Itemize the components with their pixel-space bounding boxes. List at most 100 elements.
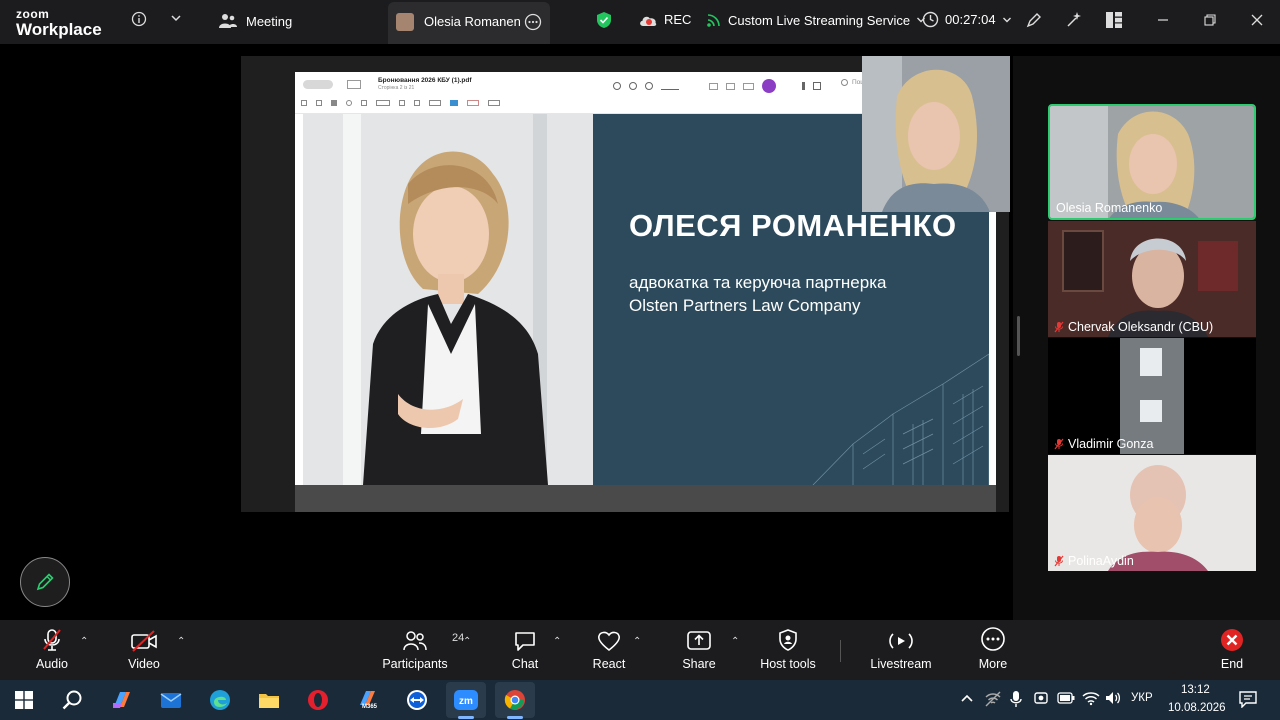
streaming-label: Custom Live Streaming Service	[728, 12, 911, 28]
account-icon[interactable]	[762, 79, 776, 93]
recording-indicator[interactable]: REC	[638, 12, 691, 27]
info-icon[interactable]	[130, 10, 148, 28]
building-illustration	[812, 353, 989, 485]
annotate-icon[interactable]	[1025, 11, 1043, 29]
network-off-icon[interactable]	[984, 690, 1002, 708]
start-button[interactable]	[4, 682, 44, 718]
video-button[interactable]: Video	[122, 620, 166, 680]
volume-icon[interactable]	[1104, 690, 1122, 706]
outlook-app[interactable]	[151, 682, 191, 718]
audio-options-caret[interactable]: ⌃	[80, 636, 88, 647]
microphone-icon[interactable]	[1010, 690, 1022, 708]
share-options-caret[interactable]: ⌃	[731, 636, 739, 647]
end-call-icon	[1221, 629, 1243, 651]
edge-app[interactable]	[200, 682, 240, 718]
video-tile-vladimir[interactable]: Vladimir Gonza	[1048, 338, 1256, 454]
minimize-icon[interactable]	[1156, 13, 1170, 27]
text-tool-icon[interactable]	[301, 100, 307, 106]
rotate-icon[interactable]	[726, 82, 735, 90]
end-meeting-button[interactable]: End	[1210, 620, 1254, 680]
restore-icon[interactable]	[1203, 13, 1217, 27]
close-icon[interactable]	[1250, 13, 1264, 27]
share-button[interactable]: Share	[677, 620, 721, 680]
battery-icon[interactable]	[1057, 692, 1075, 704]
more-button[interactable]: More	[971, 620, 1015, 680]
tray-overflow-icon[interactable]	[960, 692, 974, 704]
sign-tool-icon[interactable]	[361, 100, 367, 106]
rec-label: REC	[664, 12, 692, 27]
notifications-icon[interactable]	[1238, 690, 1258, 708]
react-button[interactable]: React	[587, 620, 631, 680]
active-tab-label: Olesia Romanenk	[424, 14, 520, 29]
livestream-status[interactable]: Custom Live Streaming Service	[706, 12, 926, 28]
search-icon[interactable]	[613, 82, 621, 90]
lines-tool-icon[interactable]	[429, 100, 441, 106]
sidebar-toggle-button[interactable]	[303, 80, 333, 89]
clock-date[interactable]: 10.08.2026	[1168, 702, 1226, 714]
note-tool-icon[interactable]	[399, 100, 405, 106]
end-label: End	[1220, 657, 1244, 671]
m365-app[interactable]: M365	[348, 682, 388, 718]
meeting-tab[interactable]: Meeting	[218, 12, 292, 30]
chat-options-caret[interactable]: ⌃	[553, 636, 561, 647]
panel-resize-handle[interactable]	[1017, 316, 1020, 356]
info-icon[interactable]	[802, 82, 805, 90]
teamviewer-app[interactable]	[397, 682, 437, 718]
annotation-pen-button[interactable]	[20, 557, 70, 607]
search-icon	[62, 690, 82, 710]
zoom-in-icon[interactable]	[645, 82, 653, 90]
fill-tool-icon[interactable]	[331, 100, 337, 106]
pen-tool-icon[interactable]	[661, 82, 679, 90]
video-tile-olesia[interactable]: Olesia Romanenko	[1048, 104, 1256, 220]
ai-companion-icon[interactable]	[1065, 11, 1083, 29]
search-button[interactable]	[52, 682, 92, 718]
active-tab[interactable]: Olesia Romanenk	[388, 2, 550, 44]
border-tool-icon[interactable]	[467, 100, 479, 106]
shape-tool-icon[interactable]	[346, 100, 352, 106]
zoom-app[interactable]: zm	[446, 682, 486, 718]
video-options-caret[interactable]: ⌃	[177, 636, 185, 647]
livestream-button[interactable]: Livestream	[869, 620, 933, 680]
react-options-caret[interactable]: ⌃	[633, 636, 641, 647]
color-tool-icon[interactable]	[450, 100, 458, 106]
copilot-app[interactable]	[102, 682, 142, 718]
wifi-icon[interactable]	[1082, 690, 1100, 706]
host-tools-button[interactable]: Host tools	[756, 620, 820, 680]
chevron-down-icon[interactable]	[168, 10, 184, 26]
video-tile-chervak[interactable]: Chervak Oleksandr (CBU)	[1048, 221, 1256, 337]
meeting-label: Meeting	[246, 13, 293, 29]
opera-app[interactable]	[298, 682, 338, 718]
livestream-label: Livestream	[870, 657, 932, 671]
crop-icon[interactable]	[709, 82, 718, 90]
tile-name-label: PolinaAydin	[1054, 554, 1134, 568]
view-layout-icon[interactable]	[1105, 11, 1123, 29]
stamp-tool-icon[interactable]	[376, 100, 390, 106]
input-language[interactable]: УКР	[1131, 692, 1153, 704]
shield-icon[interactable]	[596, 11, 612, 29]
chrome-app[interactable]	[495, 682, 535, 718]
participant-name: PolinaAydin	[1068, 554, 1134, 568]
camera-icon[interactable]	[1033, 690, 1049, 708]
viewer-bottom-bar	[295, 485, 996, 512]
participants-button[interactable]: 24 Participants	[380, 620, 464, 680]
clock-time[interactable]: 13:12	[1181, 684, 1210, 696]
markup-icon[interactable]	[743, 82, 754, 90]
chat-button[interactable]: Chat	[503, 620, 547, 680]
video-tile-polina[interactable]: PolinaAydin	[1048, 455, 1256, 571]
markup-tools	[301, 100, 500, 106]
layout-icon[interactable]	[347, 80, 361, 89]
rect-tool-icon[interactable]	[316, 100, 322, 106]
zoom-out-icon[interactable]	[629, 82, 637, 90]
presenter-video-pip[interactable]	[862, 56, 1010, 212]
font-tool-icon[interactable]	[488, 100, 500, 106]
audio-button[interactable]: Audio	[30, 620, 74, 680]
meeting-timer[interactable]: 00:27:04	[922, 11, 1012, 28]
video-label: Video	[128, 657, 160, 671]
zoom-active-indicator	[458, 716, 474, 719]
share-icon[interactable]	[813, 82, 821, 90]
participants-options-caret[interactable]: ⌃	[463, 636, 471, 647]
top-bar: zoom Workplace Meeting Olesia Romanenk R…	[0, 0, 1280, 44]
file-explorer-app[interactable]	[249, 682, 289, 718]
more-options-icon[interactable]	[524, 13, 542, 31]
form-tool-icon[interactable]	[414, 100, 420, 106]
